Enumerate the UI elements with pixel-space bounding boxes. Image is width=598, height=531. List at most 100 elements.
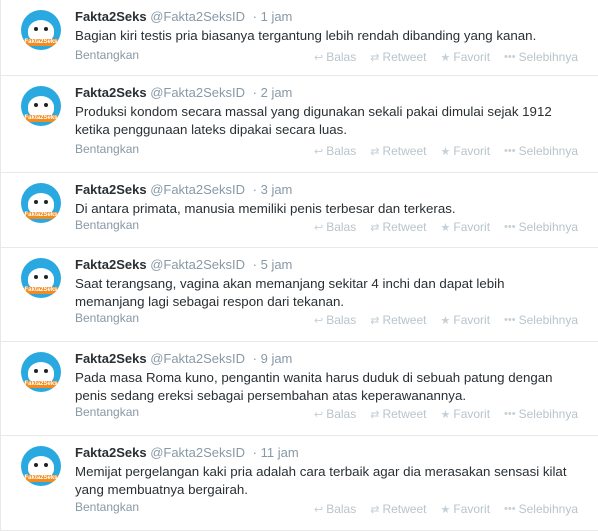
expand-link[interactable]: Bentangkan [75,218,139,232]
user-handle[interactable]: @Fakta2SeksID [150,257,245,272]
retweet-button[interactable]: ⇄ Retweet [370,220,426,234]
tweet-item[interactable]: Fakta2Seks Fakta2Seks @Fakta2SeksID · 9 … [1,342,598,436]
tweet-time[interactable]: · 5 jam [253,257,293,272]
retweet-icon: ⇄ [370,145,380,158]
tweet-actions: ↩ Balas ⇄ Retweet ★ Favorit ••• Selebihnya [314,220,578,234]
more-icon: ••• [504,221,516,233]
more-icon: ••• [504,314,516,326]
favorite-button[interactable]: ★ Favorit [440,313,490,327]
favorite-button[interactable]: ★ Favorit [440,220,490,234]
more-button[interactable]: ••• Selebihnya [504,502,578,516]
avatar[interactable]: Fakta2Seks [21,258,61,298]
tweet-header: Fakta2Seks @Fakta2SeksID · 2 jam [75,85,292,100]
star-icon: ★ [440,503,451,516]
favorite-label: Favorit [453,407,491,421]
user-name[interactable]: Fakta2Seks [75,182,147,197]
tweet-time[interactable]: · 2 jam [253,85,293,100]
tweet-text: Saat terangsang, vagina akan memanjang s… [75,276,505,309]
tweet-text: Memijat pergelangan kaki pria adalah car… [75,464,567,497]
favorite-button[interactable]: ★ Favorit [440,502,490,516]
reply-label: Balas [326,144,357,158]
expand-link[interactable]: Bentangkan [75,500,139,514]
tweet-text: Bagian kiri testis pria biasanya tergant… [75,28,537,43]
user-name[interactable]: Fakta2Seks [75,257,147,272]
more-button[interactable]: ••• Selebihnya [504,144,578,158]
more-label: Selebihnya [518,220,578,234]
tweet-item[interactable]: Fakta2Seks Fakta2Seks @Fakta2SeksID · 3 … [1,173,598,248]
user-handle[interactable]: @Fakta2SeksID [150,182,245,197]
reply-label: Balas [326,502,357,516]
reply-button[interactable]: ↩ Balas [314,50,356,64]
tweet-item[interactable]: Fakta2Seks Fakta2Seks @Fakta2SeksID · 5 … [1,248,598,342]
tweet-text: Pada masa Roma kuno, pengantin wanita ha… [75,370,553,403]
user-handle[interactable]: @Fakta2SeksID [150,85,245,100]
tweet-time[interactable]: · 3 jam [253,182,293,197]
more-button[interactable]: ••• Selebihnya [504,407,578,421]
user-handle[interactable]: @Fakta2SeksID [150,445,245,460]
user-name[interactable]: Fakta2Seks [75,351,147,366]
avatar[interactable]: Fakta2Seks [21,10,61,50]
tweet-header: Fakta2Seks @Fakta2SeksID · 5 jam [75,257,292,272]
star-icon: ★ [440,314,451,327]
user-handle[interactable]: @Fakta2SeksID [150,351,245,366]
reply-icon: ↩ [313,503,324,516]
retweet-button[interactable]: ⇄ Retweet [370,502,426,516]
favorite-button[interactable]: ★ Favorit [440,50,490,64]
expand-link[interactable]: Bentangkan [75,142,139,156]
more-icon: ••• [504,408,516,420]
retweet-button[interactable]: ⇄ Retweet [370,313,426,327]
retweet-button[interactable]: ⇄ Retweet [370,144,426,158]
retweet-label: Retweet [382,220,427,234]
more-label: Selebihnya [518,502,578,516]
favorite-button[interactable]: ★ Favorit [440,144,490,158]
favorite-label: Favorit [453,144,491,158]
tweet-time[interactable]: · 11 jam [253,445,299,460]
reply-label: Balas [326,407,357,421]
retweet-label: Retweet [382,50,427,64]
reply-button[interactable]: ↩ Balas [314,220,356,234]
more-button[interactable]: ••• Selebihnya [504,313,578,327]
favorite-label: Favorit [453,502,491,516]
retweet-icon: ⇄ [370,51,380,64]
avatar[interactable]: Fakta2Seks [21,352,61,392]
reply-label: Balas [326,313,357,327]
reply-label: Balas [326,50,357,64]
star-icon: ★ [440,51,451,64]
tweet-header: Fakta2Seks @Fakta2SeksID · 11 jam [75,445,299,460]
avatar[interactable]: Fakta2Seks [21,446,61,486]
expand-link[interactable]: Bentangkan [75,311,139,325]
user-handle[interactable]: @Fakta2SeksID [150,9,245,24]
retweet-button[interactable]: ⇄ Retweet [370,407,426,421]
retweet-label: Retweet [382,502,427,516]
avatar-badge: Fakta2Seks [23,115,59,122]
retweet-button[interactable]: ⇄ Retweet [370,50,426,64]
favorite-button[interactable]: ★ Favorit [440,407,490,421]
reply-button[interactable]: ↩ Balas [314,144,356,158]
tweet-time[interactable]: · 9 jam [253,351,293,366]
tweet-item[interactable]: Fakta2Seks Fakta2Seks @Fakta2SeksID · 2 … [1,76,598,173]
tweet-actions: ↩ Balas ⇄ Retweet ★ Favorit ••• Selebihnya [314,144,578,158]
reply-button[interactable]: ↩ Balas [314,407,356,421]
avatar-badge: Fakta2Seks [23,381,59,388]
reply-button[interactable]: ↩ Balas [314,502,356,516]
user-name[interactable]: Fakta2Seks [75,9,147,24]
avatar[interactable]: Fakta2Seks [21,183,61,223]
more-label: Selebihnya [518,144,578,158]
user-name[interactable]: Fakta2Seks [75,445,147,460]
user-name[interactable]: Fakta2Seks [75,85,147,100]
tweet-item[interactable]: Fakta2Seks Fakta2Seks @Fakta2SeksID · 1 … [1,0,598,76]
more-icon: ••• [504,503,516,515]
reply-icon: ↩ [313,314,324,327]
star-icon: ★ [440,145,451,158]
avatar-badge: Fakta2Seks [23,287,59,294]
reply-button[interactable]: ↩ Balas [314,313,356,327]
tweet-actions: ↩ Balas ⇄ Retweet ★ Favorit ••• Selebihnya [314,313,578,327]
expand-link[interactable]: Bentangkan [75,48,139,62]
more-button[interactable]: ••• Selebihnya [504,220,578,234]
reply-icon: ↩ [313,145,324,158]
tweet-item[interactable]: Fakta2Seks Fakta2Seks @Fakta2SeksID · 11… [1,436,598,531]
tweet-time[interactable]: · 1 jam [253,9,293,24]
more-button[interactable]: ••• Selebihnya [504,50,578,64]
avatar[interactable]: Fakta2Seks [21,86,61,126]
expand-link[interactable]: Bentangkan [75,405,139,419]
